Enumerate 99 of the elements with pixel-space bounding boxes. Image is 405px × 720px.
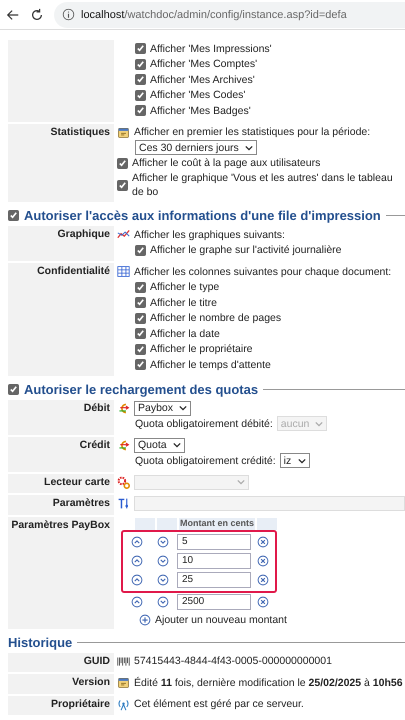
info-text: Afficher les graphiques suivants: [134,228,285,242]
checkbox[interactable] [135,43,146,54]
info-text: Cet élément est géré par ce serveur. [134,697,304,712]
money-icon [117,402,130,415]
section-checkbox[interactable] [8,384,19,394]
checkbox-label: Afficher le temps d'attente [150,358,271,372]
up-icon [131,536,143,548]
address-bar[interactable]: localhost/watchdoc/admin/config/instance.asp?id=defa [54,2,405,28]
up-icon [131,596,143,608]
down-icon [157,574,169,586]
amount-field[interactable]: 25 [177,572,251,588]
back-icon[interactable] [6,8,20,22]
checkbox[interactable] [117,180,128,190]
row-label: Graphique [8,226,114,261]
chevron-icon [237,478,245,486]
checkbox-label: Afficher 'Mes Comptes' [150,57,258,72]
section-checkbox[interactable] [8,210,19,221]
checkbox-label: Afficher 'Mes Impressions' [150,42,272,56]
chevron-icon [298,456,306,465]
chevron-icon [172,441,181,450]
tools-icon [117,497,130,510]
remove-icon [257,555,269,567]
money-icon [117,438,130,452]
row-label: Statistiques [8,124,114,202]
amount-field[interactable]: 2500 [177,594,251,610]
section-title: Autoriser l'accès aux informations d'une file d'impression [24,208,381,223]
row-label: Paramètres PayBox [8,516,114,628]
antenna-icon [117,698,130,711]
row-label: Confidentialité [8,263,114,376]
checkbox-label: Afficher le graphique 'Vous et les autres' dans le tableau de bo [132,171,394,199]
info-text: Édité 11 fois, dernière modification le 25/02/2025 à 10h56 [134,676,403,690]
reload-icon[interactable] [30,8,44,22]
up-icon [131,574,143,586]
section-title: Historique [8,634,72,650]
calendar-icon [117,126,130,139]
checkbox-label: Afficher 'Mes Archives' [150,72,255,87]
header-cell [257,518,277,530]
dropdown[interactable]: iz [280,453,310,468]
info-text: Afficher en premier les statistiques pour la période: [134,125,370,140]
checkbox-label: Afficher le graphe sur l'activité journalière [150,243,342,258]
checkbox-label: Afficher le titre [150,296,217,310]
down-icon [157,536,169,548]
amount-field[interactable]: 5 [177,534,251,550]
checkbox[interactable] [135,105,146,116]
gear-icon [117,476,130,489]
dropdown[interactable]: Ces 30 derniers jours [135,140,257,156]
info-text: 57415443-4844-4f43-0005-000000000001 [134,654,332,668]
checkbox-label: Afficher le coût à la page aux utilisateurs [132,156,320,170]
header-cell [157,518,177,530]
table-icon [117,265,130,278]
column-header: Montant en cents [179,518,255,530]
header-cell [135,518,155,530]
checkbox-label: Afficher le nombre de pages [150,311,282,326]
dropdown[interactable]: Quota [134,438,185,453]
dropdown[interactable]: Paybox [134,400,192,416]
url-host: localhost [81,8,124,20]
down-icon [157,555,169,567]
checkbox-label: Afficher le propriétaire [150,342,253,356]
chevron-icon [315,420,324,428]
row-label: Crédit [8,436,114,472]
calendar-icon [117,676,130,690]
checkbox-label: Afficher 'Mes Codes' [150,88,246,102]
add-amount-link[interactable]: Ajouter un nouveau montant [139,614,405,626]
checkbox[interactable] [135,58,146,70]
checkbox-label: Afficher la date [150,326,220,341]
row-label: Débit [8,400,114,434]
select-caption: Quota obligatoirement crédité: [135,454,276,468]
barcode-icon [117,654,130,668]
checkbox[interactable] [117,158,128,169]
checkbox-label: Afficher 'Mes Badges' [150,104,251,118]
checkbox[interactable] [135,297,146,308]
info-icon[interactable] [62,8,75,21]
remove-icon [257,596,269,608]
row-label: Paramètres [8,495,114,514]
checkbox[interactable] [135,244,146,256]
row-label: Version [8,674,114,694]
add-icon [139,614,151,626]
chevron-icon [244,144,253,152]
url-path: /watchdoc/admin/config/instance.asp?id=defa [124,8,347,20]
checkbox[interactable] [135,282,146,293]
checkbox[interactable] [135,74,146,86]
row-label: Lecteur carte [8,474,114,493]
select-caption: Quota obligatoirement débité: [135,416,273,431]
info-text: Afficher les colonnes suivantes pour chaque document: [134,264,392,279]
checkbox[interactable] [135,328,146,340]
remove-icon [257,536,269,548]
up-icon [131,555,143,567]
checkbox-label: Afficher le type [150,280,220,294]
checkbox[interactable] [135,312,146,324]
remove-icon [257,574,269,586]
checkbox[interactable] [135,359,146,370]
row-label: GUID [8,652,114,672]
checkbox[interactable] [135,344,146,355]
section-title: Autoriser le rechargement des quotas [24,382,258,396]
checkbox[interactable] [135,90,146,101]
amount-field[interactable]: 10 [177,553,251,569]
chevron-icon [179,404,188,412]
row-label: Propriétaire [8,696,114,715]
down-icon [157,596,169,608]
